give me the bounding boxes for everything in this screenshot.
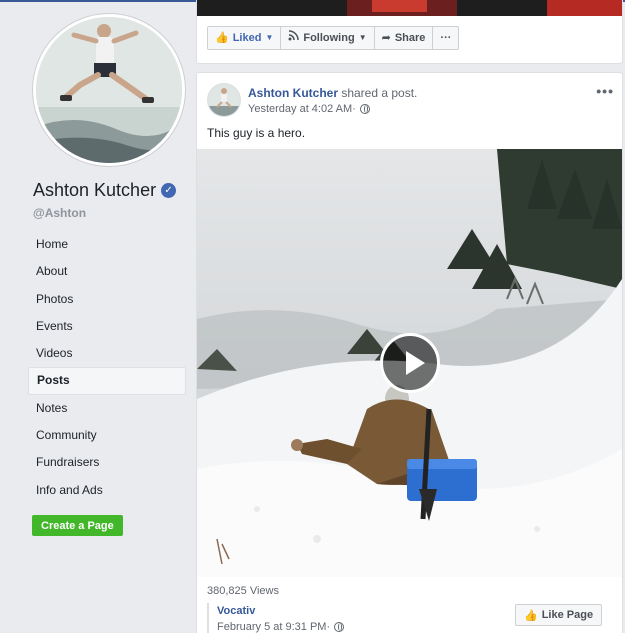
- shared-source-name[interactable]: Vocativ: [217, 603, 344, 619]
- share-arrow-icon: ➦: [381, 32, 391, 44]
- share-button[interactable]: ➦ Share: [375, 27, 434, 49]
- page-name-text: Ashton Kutcher: [33, 180, 157, 200]
- following-label: Following: [303, 32, 355, 44]
- post-meta: Yesterday at 4:02 AM ·: [248, 103, 370, 115]
- chevron-down-icon: ▼: [265, 33, 274, 42]
- globe-icon: [359, 104, 370, 114]
- page-handle[interactable]: @Ashton: [33, 206, 86, 220]
- post-author-link[interactable]: Ashton Kutcher: [248, 86, 338, 100]
- post-action-text: shared a post.: [338, 86, 418, 100]
- like-page-button[interactable]: 👍 Like Page: [515, 604, 603, 626]
- sidebar-nav: Home About Photos Events Videos Posts No…: [28, 231, 186, 504]
- post-text: This guy is a hero.: [207, 126, 306, 140]
- sidebar-item-community[interactable]: Community: [28, 422, 186, 449]
- cover-photo[interactable]: [197, 0, 622, 16]
- sidebar-item-events[interactable]: Events: [28, 313, 186, 340]
- sidebar-item-home[interactable]: Home: [28, 231, 186, 258]
- create-page-button[interactable]: Create a Page: [32, 515, 123, 536]
- following-button[interactable]: Following ▼: [281, 27, 375, 49]
- left-sidebar: Ashton Kutcher ✓ @Ashton Home About Phot…: [0, 2, 196, 633]
- liked-button[interactable]: 👍 Liked ▼: [208, 27, 282, 49]
- post-card: Ashton Kutcher shared a post. Yesterday …: [196, 72, 623, 633]
- page-action-bar: 👍 Liked ▼ Following ▼ ➦ Share ···: [207, 26, 460, 50]
- page-name[interactable]: Ashton Kutcher ✓: [33, 180, 177, 201]
- sidebar-item-photos[interactable]: Photos: [28, 286, 186, 313]
- thumbs-up-icon: 👍: [215, 32, 229, 44]
- rss-icon: [288, 27, 300, 49]
- globe-icon: [334, 622, 345, 632]
- like-page-label: Like Page: [541, 609, 594, 621]
- post-timestamp[interactable]: Yesterday at 4:02 AM: [248, 103, 352, 115]
- play-icon[interactable]: [380, 333, 440, 393]
- cover-card: 👍 Liked ▼ Following ▼ ➦ Share ···: [196, 0, 623, 64]
- thumbs-up-icon: 👍: [524, 609, 538, 622]
- view-count: 380,825 Views: [207, 585, 279, 597]
- shared-source: Vocativ February 5 at 9:31 PM ·: [207, 603, 345, 633]
- sidebar-item-info-and-ads[interactable]: Info and Ads: [28, 477, 186, 504]
- shared-source-timestamp[interactable]: February 5 at 9:31 PM: [217, 619, 326, 633]
- share-label: Share: [394, 32, 426, 44]
- sidebar-item-posts[interactable]: Posts: [28, 367, 186, 395]
- post-options-icon[interactable]: •••: [596, 83, 614, 99]
- sidebar-item-videos[interactable]: Videos: [28, 340, 186, 367]
- post-author-avatar[interactable]: [207, 83, 241, 117]
- liked-label: Liked: [232, 32, 262, 44]
- sidebar-item-about[interactable]: About: [28, 258, 186, 285]
- post-video[interactable]: [197, 149, 622, 577]
- sidebar-item-notes[interactable]: Notes: [28, 395, 186, 422]
- verified-check-icon: ✓: [161, 183, 177, 198]
- post-header: Ashton Kutcher shared a post.: [248, 86, 417, 100]
- more-options-button[interactable]: ···: [433, 27, 458, 49]
- profile-picture[interactable]: [33, 14, 185, 166]
- shared-source-meta: February 5 at 9:31 PM ·: [217, 619, 345, 633]
- chevron-down-icon: ▼: [358, 33, 367, 42]
- meta-separator: ·: [352, 103, 356, 115]
- meta-separator: ·: [326, 621, 331, 633]
- sidebar-item-fundraisers[interactable]: Fundraisers: [28, 449, 186, 476]
